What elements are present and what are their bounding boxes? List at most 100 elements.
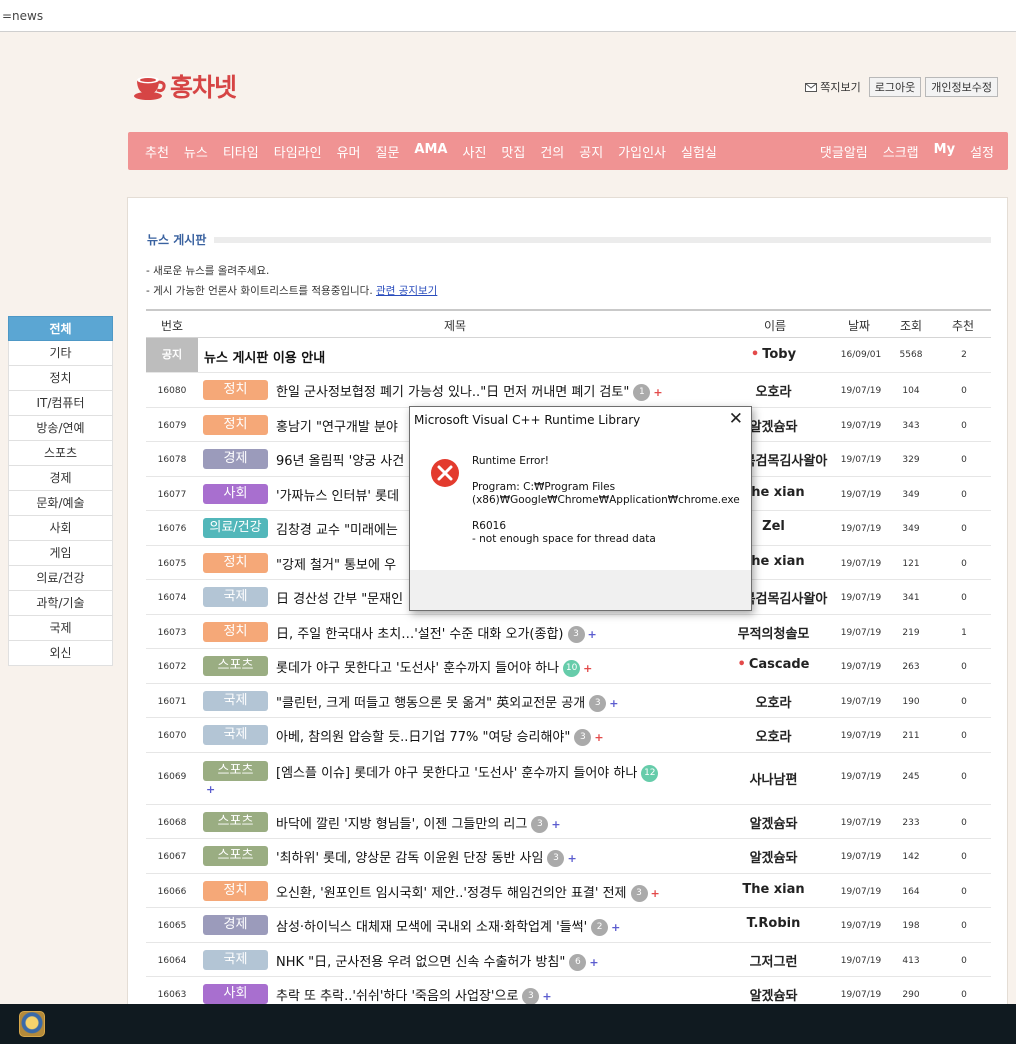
- post-author[interactable]: The xian: [701, 882, 846, 897]
- post-author[interactable]: 알겠슘돠: [701, 813, 846, 832]
- category-badge[interactable]: 국제: [203, 949, 268, 970]
- post-title[interactable]: 롯데가 야구 못한다고 '도선사' 훈수까지 들어야 하나 10 +: [276, 657, 592, 677]
- post-title[interactable]: 삼성·하이닉스 대체재 모색에 국내외 소재·화학업계 '들썩' 2 +: [276, 916, 620, 936]
- nav-item[interactable]: 질문: [376, 142, 400, 161]
- post-author[interactable]: 오호라: [701, 726, 846, 745]
- category-badge[interactable]: 사회: [203, 984, 268, 1004]
- nav-item[interactable]: 타임라인: [274, 142, 322, 161]
- table-row[interactable]: 16064 국제 NHK "日, 군사전용 우려 없으면 신속 수출허가 방침"…: [146, 943, 991, 977]
- post-title[interactable]: "강제 철거" 통보에 우: [276, 554, 396, 573]
- table-row[interactable]: 16065 경제 삼성·하이닉스 대체재 모색에 국내외 소재·화학업계 '들썩…: [146, 908, 991, 943]
- category-badge[interactable]: 스포츠: [203, 846, 268, 866]
- profile-edit-button[interactable]: 개인정보수정: [925, 77, 998, 97]
- table-row[interactable]: 16066 정치 오신환, '원포인트 임시국회' 제안..'정경두 해임건의안…: [146, 874, 991, 908]
- sidebar-category[interactable]: 스포츠: [8, 441, 113, 466]
- post-title[interactable]: 日, 주일 한국대사 초치…'설전' 수준 대화 오가(종합) 3 +: [276, 623, 597, 643]
- category-badge[interactable]: 스포츠: [203, 760, 268, 781]
- nav-item[interactable]: 가입인사: [618, 142, 666, 161]
- hearthstone-app-icon[interactable]: [19, 1011, 45, 1037]
- post-title[interactable]: [엠스플 이슈] 롯데가 야구 못한다고 '도선사' 훈수까지 들어야 하나 12: [276, 762, 659, 782]
- post-title[interactable]: '최하위' 롯데, 양상문 감독 이윤원 단장 동반 사임 3 +: [276, 847, 577, 867]
- category-badge[interactable]: 사회: [203, 483, 268, 504]
- post-author[interactable]: 오호라: [701, 692, 846, 711]
- nav-item[interactable]: 실험실: [681, 142, 717, 161]
- nav-item[interactable]: 티타임: [223, 142, 259, 161]
- post-author[interactable]: 오호라: [701, 381, 846, 400]
- nav-item[interactable]: 건의: [540, 142, 564, 161]
- table-row[interactable]: 16073 정치 日, 주일 한국대사 초치…'설전' 수준 대화 오가(종합)…: [146, 615, 991, 649]
- sidebar-category[interactable]: 게임: [8, 541, 113, 566]
- memo-link[interactable]: 쪽지보기: [805, 79, 861, 95]
- post-title[interactable]: "클린턴, 크게 떠들고 행동으론 못 옮겨" 英외교전문 공개 3 +: [276, 692, 618, 712]
- category-badge[interactable]: 의료/건강: [203, 518, 268, 538]
- sidebar-category[interactable]: 정치: [8, 366, 113, 391]
- table-row[interactable]: 16080 정치 한일 군사정보협정 폐기 가능성 있나.."日 먼저 꺼내면 …: [146, 373, 991, 408]
- sidebar-category[interactable]: 방송/연예: [8, 416, 113, 441]
- category-badge[interactable]: 정치: [203, 880, 268, 901]
- post-title[interactable]: 日 경산성 간부 "문재인: [276, 588, 403, 607]
- nav-item[interactable]: My: [934, 142, 955, 161]
- close-icon[interactable]: ✕: [729, 409, 743, 429]
- category-badge[interactable]: 경제: [203, 915, 268, 935]
- table-row[interactable]: 16067 스포츠 '최하위' 롯데, 양상문 감독 이윤원 단장 동반 사임 3…: [146, 839, 991, 874]
- post-title[interactable]: 한일 군사정보협정 폐기 가능성 있나.."日 먼저 꺼내면 폐기 검토" 1 +: [276, 381, 663, 401]
- notice-author[interactable]: • Toby: [701, 347, 846, 362]
- sidebar-category[interactable]: 문화/예술: [8, 491, 113, 516]
- table-row[interactable]: 16072 스포츠 롯데가 야구 못한다고 '도선사' 훈수까지 들어야 하나 1…: [146, 649, 991, 684]
- post-title[interactable]: 바닥에 깔린 '지방 형님들', 이젠 그들만의 리그 3 +: [276, 813, 561, 833]
- nav-item[interactable]: 공지: [579, 142, 603, 161]
- nav-item[interactable]: 추천: [145, 142, 169, 161]
- category-badge[interactable]: 정치: [203, 621, 268, 642]
- nav-item[interactable]: 맛집: [501, 142, 525, 161]
- post-author[interactable]: • Cascade: [701, 657, 846, 672]
- category-badge[interactable]: 국제: [203, 587, 268, 607]
- nav-item[interactable]: 설정: [970, 142, 994, 161]
- notice-link[interactable]: 관련 공지보기: [376, 285, 437, 297]
- post-author[interactable]: 알겠슘돠: [701, 985, 846, 1004]
- table-row[interactable]: 16069 스포츠 [엠스플 이슈] 롯데가 야구 못한다고 '도선사' 훈수까…: [146, 753, 991, 805]
- post-title[interactable]: NHK "日, 군사전용 우려 없으면 신속 수출허가 방침" 6 +: [276, 951, 599, 971]
- category-badge[interactable]: 국제: [203, 725, 268, 745]
- post-author[interactable]: T.Robin: [701, 916, 846, 931]
- post-title[interactable]: '가짜뉴스 인터뷰' 롯데: [276, 485, 399, 504]
- sidebar-category[interactable]: 사회: [8, 516, 113, 541]
- notice-row[interactable]: 공지 뉴스 게시판 이용 안내 • Toby 16/09/01 5568 2: [146, 338, 991, 373]
- category-badge[interactable]: 정치: [203, 552, 268, 573]
- nav-item[interactable]: 유머: [337, 142, 361, 161]
- post-title[interactable]: 아베, 참의원 압승할 듯..日기업 77% "여당 승리해야" 3 +: [276, 726, 604, 746]
- post-author[interactable]: 알겠슘돠: [701, 847, 846, 866]
- sidebar-category[interactable]: 국제: [8, 616, 113, 641]
- post-title[interactable]: 96년 올림픽 '양궁 사건: [276, 450, 404, 469]
- sidebar-category[interactable]: 과학/기술: [8, 591, 113, 616]
- sidebar-category[interactable]: 기타: [8, 341, 113, 366]
- post-author[interactable]: 무적의청솔모: [701, 623, 846, 642]
- site-logo[interactable]: 홍차넷: [132, 68, 237, 104]
- category-badge[interactable]: 정치: [203, 380, 268, 400]
- category-badge[interactable]: 스포츠: [203, 656, 268, 676]
- nav-item[interactable]: 사진: [462, 142, 486, 161]
- address-bar[interactable]: =news: [0, 0, 1016, 32]
- category-badge[interactable]: 스포츠: [203, 811, 268, 832]
- table-row[interactable]: 16068 스포츠 바닥에 깔린 '지방 형님들', 이젠 그들만의 리그 3 + …: [146, 805, 991, 839]
- table-row[interactable]: 16071 국제 "클린턴, 크게 떠들고 행동으론 못 옮겨" 英외교전문 공…: [146, 684, 991, 718]
- category-badge[interactable]: 경제: [203, 449, 268, 469]
- sidebar-category[interactable]: 외신: [8, 641, 113, 666]
- nav-item[interactable]: 뉴스: [184, 142, 208, 161]
- post-title[interactable]: 추락 또 추락..'쉬쉬'하다 '죽음의 사업장'으로 3 +: [276, 985, 552, 1005]
- sidebar-category[interactable]: 전체: [8, 316, 113, 341]
- post-title[interactable]: 홍남기 "연구개발 분야: [276, 416, 398, 435]
- table-row[interactable]: 16070 국제 아베, 참의원 압승할 듯..日기업 77% "여당 승리해야…: [146, 718, 991, 753]
- sidebar-category[interactable]: 경제: [8, 466, 113, 491]
- nav-item[interactable]: AMA: [414, 142, 447, 161]
- category-badge[interactable]: 국제: [203, 690, 268, 711]
- post-title[interactable]: 김창경 교수 "미래에는: [276, 519, 398, 538]
- logout-button[interactable]: 로그아웃: [868, 77, 922, 97]
- notice-title[interactable]: 뉴스 게시판 이용 안내: [204, 347, 325, 366]
- sidebar-category[interactable]: 의료/건강: [8, 566, 113, 591]
- nav-item[interactable]: 댓글알림: [820, 142, 868, 161]
- post-author[interactable]: 사나남편: [701, 769, 846, 788]
- nav-item[interactable]: 스크랩: [883, 142, 919, 161]
- post-title[interactable]: 오신환, '원포인트 임시국회' 제안..'정경두 해임건의안 표결' 전제 3 +: [276, 882, 660, 902]
- post-author[interactable]: 그저그런: [701, 951, 846, 970]
- sidebar-category[interactable]: IT/컴퓨터: [8, 391, 113, 416]
